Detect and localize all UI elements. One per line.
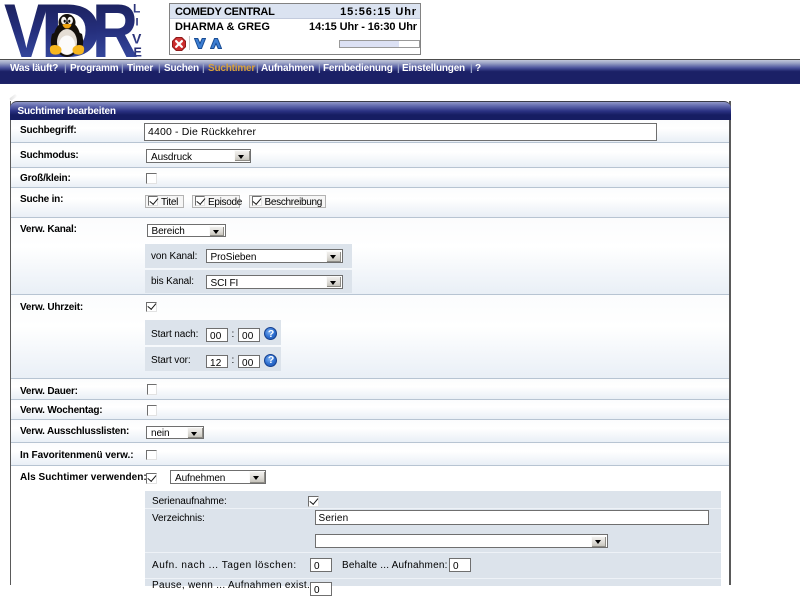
svg-text:I: I xyxy=(136,17,139,29)
svg-text:V: V xyxy=(132,31,142,47)
svg-text:E: E xyxy=(134,46,142,60)
svg-text:L: L xyxy=(133,2,140,16)
